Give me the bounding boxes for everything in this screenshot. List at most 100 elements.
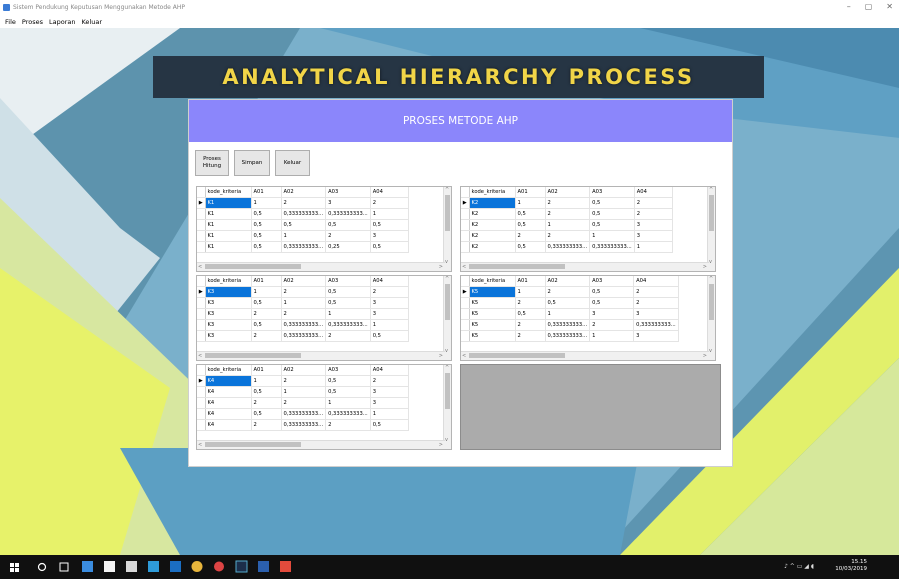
- scroll-up-icon[interactable]: ^: [445, 276, 449, 282]
- scroll-thumb[interactable]: [445, 284, 450, 320]
- table-cell[interactable]: 2: [251, 330, 282, 342]
- row-header[interactable]: [461, 319, 470, 331]
- table-cell[interactable]: 1: [251, 286, 282, 298]
- table-cell[interactable]: K5: [469, 319, 516, 331]
- maximize-button[interactable]: ▢: [865, 2, 873, 11]
- vertical-scrollbar[interactable]: ^ v: [443, 365, 451, 443]
- horizontal-scrollbar[interactable]: < >: [461, 262, 709, 271]
- table-cell[interactable]: 0,5: [251, 319, 282, 331]
- table-cell[interactable]: 2: [281, 397, 327, 409]
- scroll-thumb[interactable]: [469, 264, 565, 269]
- table-cell[interactable]: 0,333333333...: [633, 319, 679, 331]
- keluar-button[interactable]: Keluar: [275, 150, 310, 176]
- table-cell[interactable]: 0,5: [370, 419, 409, 431]
- table-cell[interactable]: 3: [633, 308, 679, 320]
- scroll-right-icon[interactable]: >: [439, 353, 443, 359]
- table-cell[interactable]: K3: [205, 319, 252, 331]
- table-cell[interactable]: 1: [281, 297, 327, 309]
- table-cell[interactable]: K1: [205, 197, 252, 209]
- table-cell[interactable]: 2: [325, 330, 371, 342]
- grid-k1[interactable]: kode_kriteria A01 A02 A03 A04 ▶ K1 1 2 3 2 K1 0,5 0,3…: [196, 186, 452, 272]
- horizontal-scrollbar[interactable]: < >: [197, 262, 445, 271]
- vertical-scrollbar[interactable]: ^ v: [443, 187, 451, 265]
- table-cell[interactable]: 2: [515, 230, 546, 242]
- table-cell[interactable]: 1: [325, 397, 371, 409]
- table-cell[interactable]: 3: [589, 308, 635, 320]
- app-icon-1[interactable]: [82, 561, 93, 572]
- chrome-icon[interactable]: [191, 561, 203, 572]
- column-header-a04[interactable]: A04: [634, 187, 673, 198]
- table-cell[interactable]: 0,333333333...: [589, 241, 635, 253]
- table-cell[interactable]: 0,5: [325, 386, 371, 398]
- scroll-thumb[interactable]: [205, 442, 301, 447]
- scroll-thumb[interactable]: [469, 353, 565, 358]
- table-row[interactable]: K1 0,5 0,333333333... 0,25 0,5: [197, 241, 409, 253]
- scroll-thumb[interactable]: [709, 195, 714, 231]
- table-cell[interactable]: K5: [469, 308, 516, 320]
- table-cell[interactable]: K3: [205, 297, 252, 309]
- table-cell[interactable]: 0,333333333...: [281, 241, 327, 253]
- grid-k5[interactable]: kode_kriteria A01 A02 A03 A04 ▶ K5 1 2 0,5 2 K5 2 0,5…: [460, 275, 716, 361]
- scroll-up-icon[interactable]: ^: [445, 187, 449, 193]
- table-cell[interactable]: 0,333333333...: [281, 419, 327, 431]
- table-cell[interactable]: 1: [545, 308, 591, 320]
- table-cell[interactable]: 2: [515, 330, 546, 342]
- column-header-a02[interactable]: A02: [545, 187, 591, 198]
- table-cell[interactable]: 0,5: [251, 219, 282, 231]
- search-icon[interactable]: [37, 562, 47, 572]
- task-view-icon[interactable]: [59, 562, 69, 572]
- table-cell[interactable]: 2: [281, 197, 327, 209]
- table-cell[interactable]: K4: [205, 397, 252, 409]
- row-header[interactable]: [197, 408, 206, 420]
- column-header-a03[interactable]: A03: [325, 187, 371, 198]
- scroll-left-icon[interactable]: <: [198, 264, 202, 270]
- table-cell[interactable]: 0,5: [589, 219, 635, 231]
- table-cell[interactable]: 2: [515, 319, 546, 331]
- table-cell[interactable]: 1: [589, 330, 635, 342]
- column-header-kode-kriteria[interactable]: kode_kriteria: [469, 187, 516, 198]
- table-cell[interactable]: 0,333333333...: [545, 241, 591, 253]
- scroll-left-icon[interactable]: <: [462, 264, 466, 270]
- table-row[interactable]: ▶ K1 1 2 3 2: [197, 197, 409, 209]
- table-cell[interactable]: 2: [251, 308, 282, 320]
- column-header-a04[interactable]: A04: [370, 365, 409, 376]
- table-cell[interactable]: 0,5: [515, 308, 546, 320]
- table-cell[interactable]: 0,5: [589, 197, 635, 209]
- table-cell[interactable]: K3: [205, 330, 252, 342]
- grid-k4[interactable]: kode_kriteria A01 A02 A03 A04 ▶ K4 1 2 0,5 2 K4 0,5 1…: [196, 364, 452, 450]
- table-cell[interactable]: 3: [370, 230, 409, 242]
- table-cell[interactable]: 1: [251, 375, 282, 387]
- table-cell[interactable]: 1: [370, 208, 409, 220]
- table-cell[interactable]: 3: [634, 219, 673, 231]
- scroll-left-icon[interactable]: <: [462, 353, 466, 359]
- scroll-left-icon[interactable]: <: [198, 442, 202, 448]
- table-cell[interactable]: 0,333333333...: [325, 319, 371, 331]
- table-row[interactable]: K4 2 0,333333333... 2 0,5: [197, 419, 409, 431]
- row-header[interactable]: [197, 308, 206, 320]
- table-cell[interactable]: 2: [545, 230, 591, 242]
- table-cell[interactable]: 1: [281, 386, 327, 398]
- table-row[interactable]: ▶ K4 1 2 0,5 2: [197, 375, 409, 387]
- table-cell[interactable]: 0,5: [251, 208, 282, 220]
- table-cell[interactable]: K1: [205, 230, 252, 242]
- scroll-right-icon[interactable]: >: [703, 353, 707, 359]
- table-cell[interactable]: 0,333333333...: [281, 408, 327, 420]
- current-row-indicator-icon[interactable]: ▶: [197, 375, 206, 387]
- table-row[interactable]: K3 2 2 1 3: [197, 308, 409, 320]
- table-cell[interactable]: 0,5: [370, 330, 409, 342]
- current-row-indicator-icon[interactable]: ▶: [461, 286, 470, 298]
- table-cell[interactable]: 0,5: [545, 297, 591, 309]
- column-header-kode-kriteria[interactable]: kode_kriteria: [205, 365, 252, 376]
- table-cell[interactable]: 3: [370, 297, 409, 309]
- table-cell[interactable]: K1: [205, 241, 252, 253]
- table-row[interactable]: K1 0,5 1 2 3: [197, 230, 409, 242]
- table-cell[interactable]: 3: [634, 230, 673, 242]
- grid-k2[interactable]: kode_kriteria A01 A02 A03 A04 ▶ K2 1 2 0,5 2 K2 0,5 2…: [460, 186, 716, 272]
- table-cell[interactable]: 2: [633, 297, 679, 309]
- app-icon-7[interactable]: [214, 561, 224, 572]
- column-header-a01[interactable]: A01: [515, 276, 546, 287]
- table-cell[interactable]: K2: [469, 197, 516, 209]
- scroll-up-icon[interactable]: ^: [709, 187, 713, 193]
- table-cell[interactable]: 0,5: [251, 297, 282, 309]
- horizontal-scrollbar[interactable]: < >: [461, 351, 709, 360]
